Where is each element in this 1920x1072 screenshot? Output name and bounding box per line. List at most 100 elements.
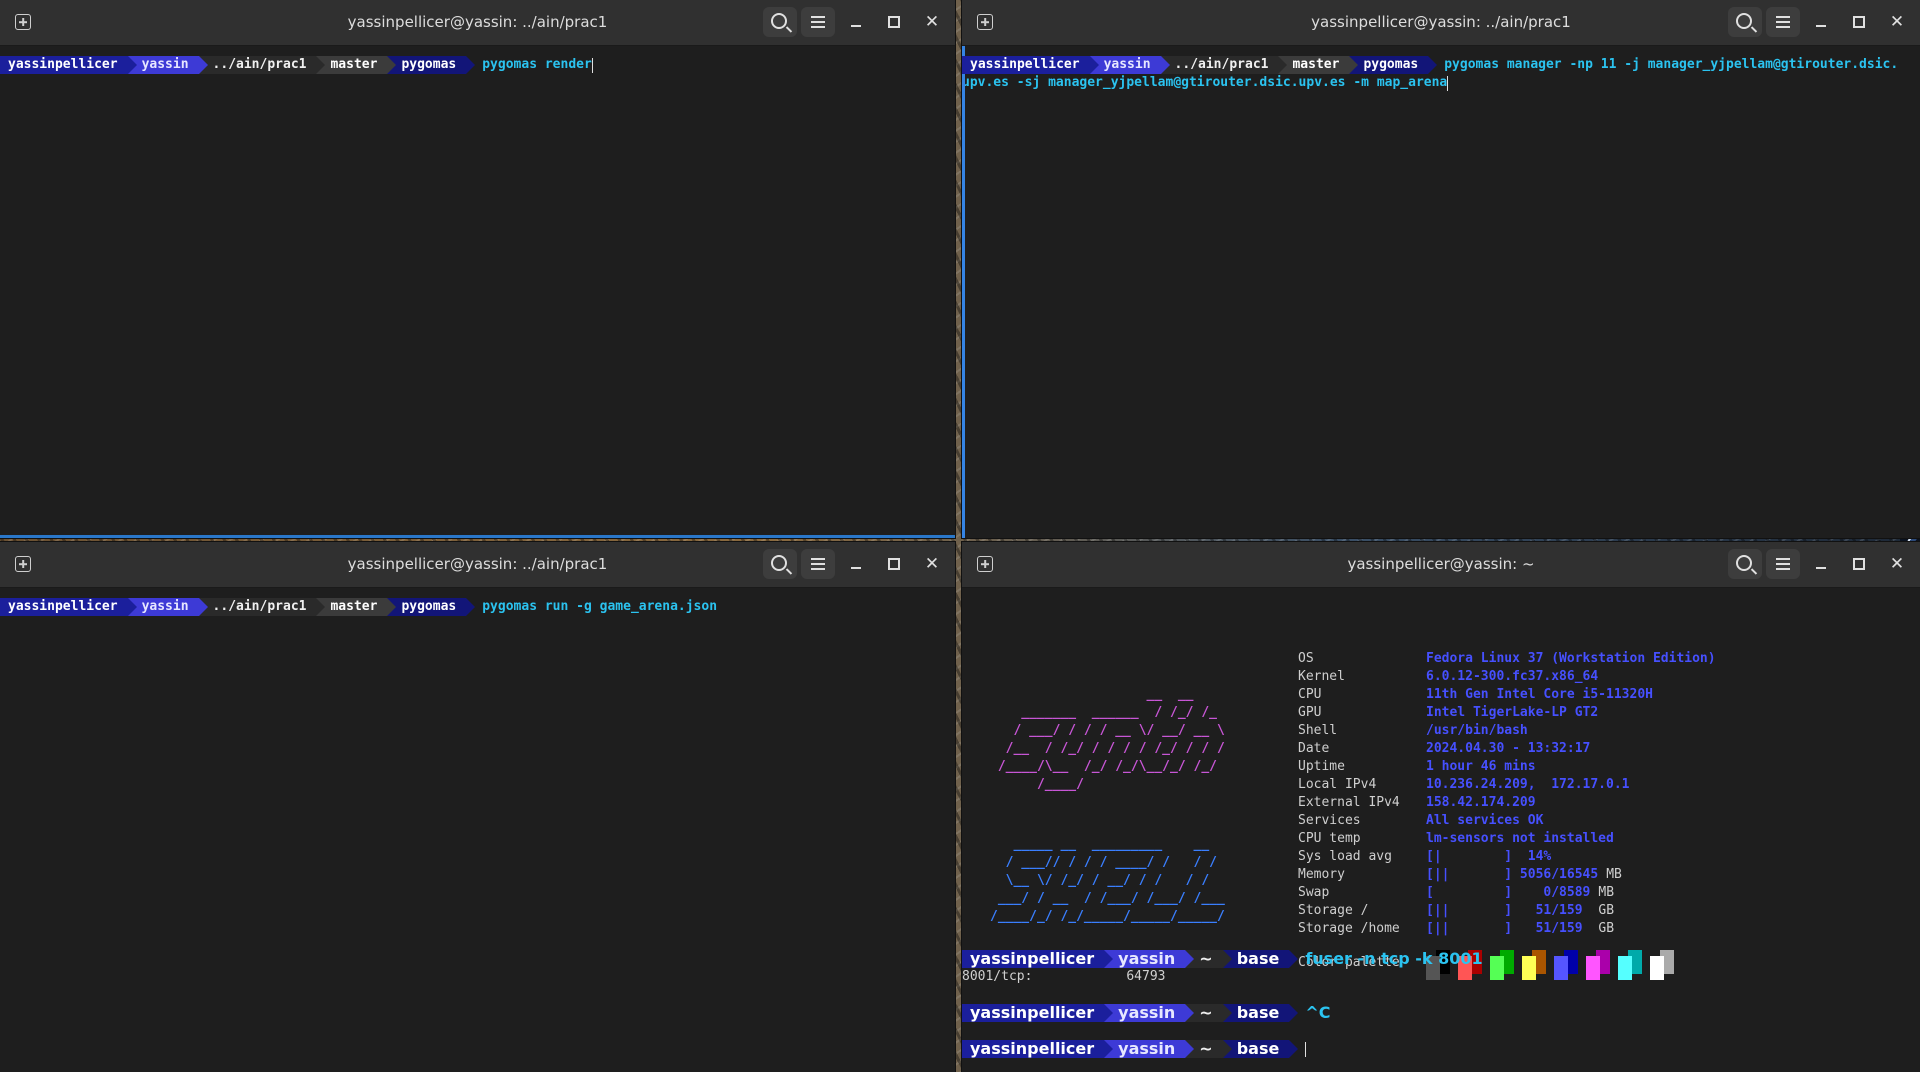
terminal-window-bottom-right[interactable]: yassinpellicer@yassin: ~ ✕ __ __ _______… [962, 542, 1920, 1072]
terminal-window-top-right[interactable]: yassinpellicer@yassin: ../ain/prac1 ✕ ya… [962, 0, 1920, 538]
sysinfo-row: Storage / [|| ] 51/159 GB [1298, 902, 1716, 920]
close-button[interactable]: ✕ [915, 7, 949, 37]
sysinfo-value-text: [|| ] 51/159 [1426, 903, 1591, 918]
maximize-button[interactable] [877, 549, 911, 579]
minimize-icon [1816, 25, 1826, 27]
sysinfo-value-text: 158.42.174.209 [1426, 795, 1536, 810]
new-tab-icon [977, 556, 993, 572]
color-swatch [1650, 950, 1676, 980]
new-tab-button[interactable] [970, 9, 1000, 35]
command-text: pygomas manager -np 11 -j manager_yjpell… [1444, 57, 1899, 72]
maximize-button[interactable] [1842, 7, 1876, 37]
maximize-button[interactable] [877, 7, 911, 37]
terminal-window-top-left[interactable]: yassinpellicer@yassin: ../ain/prac1 ✕ ya… [0, 0, 955, 538]
prompt-host: yassin [1104, 1004, 1195, 1022]
sysinfo-key: Storage / [1298, 903, 1369, 918]
sysinfo-key: Sys load avg [1298, 849, 1392, 864]
sysinfo-key: Shell [1298, 723, 1338, 738]
minimize-button[interactable] [1804, 549, 1838, 579]
sysinfo-row: CPU 11th Gen Intel Core i5-11320H [1298, 686, 1716, 704]
fastfetch-logo: __ __ _______ ______ / /_/ /_ / ___/ / /… [990, 650, 1225, 962]
swatch-bright [1554, 956, 1568, 980]
minimize-icon [851, 567, 861, 569]
prompt-line: yassinpellicer yassin ~ base ^C [962, 1004, 1483, 1022]
shell-history: yassinpellicer yassin ~ base fuser -n tcp -k… [962, 950, 1483, 1058]
command-continuation: upv.es -sj manager_yjpellam@gtirouter.ds… [962, 74, 1920, 92]
sysinfo-value: [ ] 0/8589 MB [1426, 884, 1614, 902]
sysinfo-value: Fedora Linux 37 (Workstation Edition) [1426, 650, 1716, 668]
search-button[interactable] [763, 549, 797, 579]
ascii-logo-bottom: _____ __ _________ __ / ___// / / / ____… [990, 837, 1225, 924]
search-button[interactable] [1728, 7, 1762, 37]
prompt-line: yassinpellicer yassin ../ain/prac1 master py… [962, 56, 1920, 74]
command-text: pygomas run -g game_arena.json [482, 599, 718, 614]
minimize-button[interactable] [1804, 7, 1838, 37]
terminal-content[interactable]: __ __ _______ ______ / /_/ /_ / ___/ / /… [962, 588, 1920, 1072]
sysinfo-value-text: 1 hour 46 mins [1426, 759, 1536, 774]
sysinfo-row: CPU temp lm-sensors not installed [1298, 830, 1716, 848]
new-tab-button[interactable] [970, 551, 1000, 577]
sysinfo-unit: GB [1598, 903, 1615, 918]
sysinfo-value-text: [ ] 0/8589 [1426, 885, 1591, 900]
prompt-line: yassinpellicer yassin ../ain/prac1 master py… [0, 56, 955, 74]
command-text: fuser -n tcp -k 8001 [1305, 949, 1483, 968]
terminal-content[interactable]: yassinpellicer yassin ../ain/prac1 master py… [0, 46, 955, 74]
new-tab-button[interactable] [8, 551, 38, 577]
color-swatch [1490, 950, 1516, 980]
search-button[interactable] [763, 7, 797, 37]
close-icon: ✕ [924, 11, 940, 32]
hamburger-icon [811, 558, 825, 570]
sysinfo-unit: MB [1598, 885, 1615, 900]
sysinfo-key: CPU [1298, 687, 1322, 702]
color-swatch [1554, 950, 1580, 980]
prompt-line: yassinpellicer yassin ~ base fuser -n tcp -k… [962, 950, 1483, 968]
headerbar: yassinpellicer@yassin: ../ain/prac1 ✕ [0, 0, 955, 46]
menu-button[interactable] [1766, 549, 1800, 579]
command-output: 8001/tcp: 64793 [962, 969, 1166, 984]
close-button[interactable]: ✕ [1880, 7, 1914, 37]
search-icon [1735, 554, 1752, 571]
sysinfo-value-text: All services OK [1426, 813, 1544, 828]
prompt-env: pygomas [1349, 56, 1438, 74]
close-icon: ✕ [1889, 553, 1905, 574]
new-tab-button[interactable] [8, 9, 38, 35]
color-swatch [1586, 950, 1612, 980]
sysinfo-value-text: 6.0.12-300.fc37.x86_64 [1426, 669, 1599, 684]
prompt-user: yassinpellicer [0, 598, 137, 616]
sysinfo-key: Services [1298, 813, 1361, 828]
close-button[interactable]: ✕ [1880, 549, 1914, 579]
close-button[interactable]: ✕ [915, 549, 949, 579]
hamburger-icon [811, 16, 825, 28]
close-icon: ✕ [1889, 11, 1905, 32]
sysinfo-value-text: [|| ] 5056/16545 [1426, 867, 1599, 882]
sysinfo-row: Kernel 6.0.12-300.fc37.x86_64 [1298, 668, 1716, 686]
menu-button[interactable] [1766, 7, 1800, 37]
minimize-button[interactable] [839, 549, 873, 579]
menu-button[interactable] [801, 7, 835, 37]
sysinfo-key: OS [1298, 651, 1314, 666]
new-tab-icon [15, 556, 31, 572]
hamburger-icon [1776, 16, 1790, 28]
prompt-git-branch: master [1278, 56, 1359, 74]
sysinfo-unit: MB [1606, 867, 1622, 882]
prompt-path: ../ain/prac1 [198, 56, 326, 74]
minimize-button[interactable] [839, 7, 873, 37]
terminal-window-bottom-left[interactable]: yassinpellicer@yassin: ../ain/prac1 ✕ ya… [0, 542, 955, 1072]
sysinfo-value: [|| ] 51/159 GB [1426, 902, 1614, 920]
sysinfo-panel: OS Fedora Linux 37 (Workstation Edition) K… [1298, 650, 1716, 980]
search-icon [1735, 12, 1752, 29]
sysinfo-value: 1 hour 46 mins [1426, 758, 1536, 776]
sysinfo-value-text: [|| ] 51/159 [1426, 921, 1591, 936]
terminal-content[interactable]: yassinpellicer yassin ../ain/prac1 master py… [0, 588, 955, 616]
sysinfo-row: Uptime 1 hour 46 mins [1298, 758, 1716, 776]
sysinfo-row: GPU Intel TigerLake-LP GT2 [1298, 704, 1716, 722]
menu-button[interactable] [801, 549, 835, 579]
search-button[interactable] [1728, 549, 1762, 579]
minimize-icon [1816, 567, 1826, 569]
sysinfo-row: OS Fedora Linux 37 (Workstation Edition) [1298, 650, 1716, 668]
prompt-path: ../ain/prac1 [1160, 56, 1288, 74]
sysinfo-key: GPU [1298, 705, 1322, 720]
maximize-button[interactable] [1842, 549, 1876, 579]
maximize-icon [1853, 558, 1865, 570]
terminal-content[interactable]: yassinpellicer yassin ../ain/prac1 master py… [962, 46, 1920, 92]
